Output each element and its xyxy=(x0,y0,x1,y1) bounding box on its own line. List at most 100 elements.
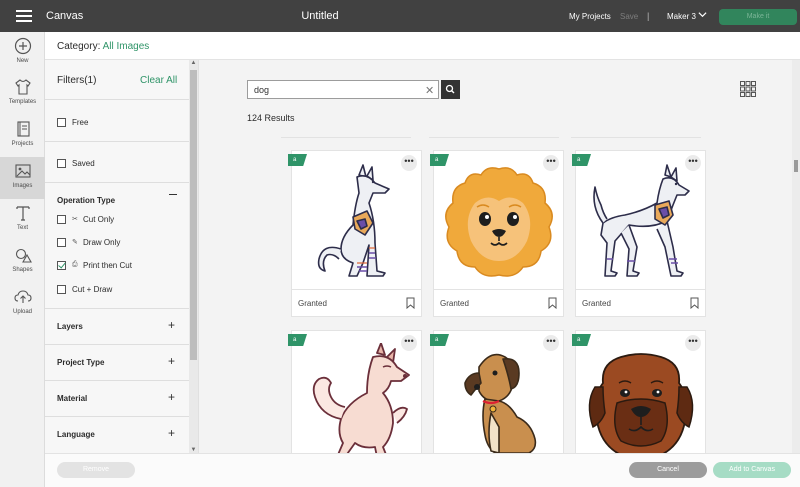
filter-scroll-thumb[interactable] xyxy=(190,70,197,360)
free-checkbox[interactable] xyxy=(57,118,66,127)
nav-text-label: Text xyxy=(16,225,28,231)
divider xyxy=(571,137,701,138)
remove-button[interactable]: Remove xyxy=(57,462,135,478)
image-card[interactable]: a ••• xyxy=(430,330,564,453)
search-input[interactable] xyxy=(254,83,414,97)
category-value-link[interactable]: All Images xyxy=(103,41,150,52)
draw-only-label: Draw Only xyxy=(83,238,121,247)
make-it-button[interactable]: Make it xyxy=(719,9,797,25)
machine-selector[interactable]: Maker 3 xyxy=(667,12,696,21)
card-label: Granted xyxy=(440,299,469,308)
clear-search-icon[interactable]: ✕ xyxy=(425,84,434,97)
filter-scrollbar[interactable]: ▲ ▼ xyxy=(189,60,198,453)
brown-puppy-sitting-image xyxy=(464,353,537,453)
shiba-dog-sitting-image xyxy=(312,343,410,453)
add-to-canvas-button[interactable]: Add to Canvas xyxy=(713,462,791,478)
image-card[interactable]: a ••• xyxy=(288,330,422,453)
search-box: ✕ xyxy=(247,80,439,99)
nav-upload[interactable]: Upload xyxy=(0,283,45,325)
expand-icon[interactable]: + xyxy=(168,354,175,368)
divider xyxy=(45,141,190,142)
expand-icon[interactable]: + xyxy=(168,426,175,440)
nav-shapes-label: Shapes xyxy=(12,267,33,273)
divider xyxy=(45,182,190,183)
image-card[interactable]: a ••• Granted xyxy=(430,150,564,317)
search-button[interactable] xyxy=(441,80,460,99)
scroll-up-icon[interactable]: ▲ xyxy=(190,60,197,66)
left-navigation: New Templates Projects Images Text Shape… xyxy=(0,32,45,487)
book-icon xyxy=(16,121,30,137)
text-icon xyxy=(15,206,30,221)
document-title[interactable]: Untitled xyxy=(300,10,340,22)
cut-only-checkbox[interactable] xyxy=(57,215,66,224)
category-label: Category: xyxy=(57,41,101,52)
cut-draw-label: Cut + Draw xyxy=(72,285,113,294)
bottom-action-bar: Remove Cancel Add to Canvas xyxy=(45,453,800,487)
divider xyxy=(45,99,190,100)
plus-circle-icon xyxy=(14,37,31,55)
saved-checkbox[interactable] xyxy=(57,159,66,168)
expand-icon[interactable]: + xyxy=(168,318,175,332)
upload-cloud-icon xyxy=(13,290,32,303)
free-label: Free xyxy=(72,118,89,127)
menu-icon[interactable] xyxy=(16,10,32,22)
nav-templates-label: Templates xyxy=(8,99,37,105)
results-count: 124 Results xyxy=(247,113,295,123)
nav-text[interactable]: Text xyxy=(0,199,45,241)
language-section[interactable]: Language xyxy=(57,430,95,439)
anubis-dog-standing-image xyxy=(593,164,690,277)
pen-icon: ✎ xyxy=(72,239,78,246)
divider xyxy=(281,137,411,138)
image-card[interactable]: a ••• Granted xyxy=(288,150,422,317)
image-card[interactable]: a ••• xyxy=(572,330,706,453)
category-breadcrumb: Category: All Images xyxy=(57,41,149,52)
project-type-section[interactable]: Project Type xyxy=(57,358,104,367)
anubis-dog-sitting-image xyxy=(317,164,390,277)
nav-templates[interactable]: Templates xyxy=(0,73,45,115)
nav-images[interactable]: Images xyxy=(0,157,45,199)
image-icon xyxy=(14,164,31,178)
divider xyxy=(45,344,190,345)
printer-icon: ⎙ xyxy=(72,261,78,268)
results-scrollbar[interactable] xyxy=(792,60,800,453)
results-area: ✕ 124 Results a ••• G xyxy=(199,60,800,453)
clear-all-link[interactable]: Clear All xyxy=(140,75,177,86)
app-title: Canvas xyxy=(46,10,84,22)
topbar-separator: | xyxy=(647,11,650,21)
bookmark-icon[interactable] xyxy=(548,297,557,309)
cancel-button[interactable]: Cancel xyxy=(629,462,707,478)
expand-icon[interactable]: + xyxy=(168,390,175,404)
chevron-down-icon[interactable] xyxy=(698,10,707,21)
card-footer: Granted xyxy=(292,289,421,317)
material-section[interactable]: Material xyxy=(57,394,87,403)
nav-projects[interactable]: Projects xyxy=(0,115,45,157)
bookmark-icon[interactable] xyxy=(406,297,415,309)
mastiff-face-image xyxy=(588,353,694,453)
divider xyxy=(45,416,190,417)
save-button[interactable]: Save xyxy=(620,12,638,21)
nav-new[interactable]: New xyxy=(0,32,45,74)
divider xyxy=(45,380,190,381)
top-bar: Canvas Untitled My Projects Save | Maker… xyxy=(0,0,800,32)
draw-only-checkbox[interactable] xyxy=(57,238,66,247)
my-projects-link[interactable]: My Projects xyxy=(569,12,611,21)
card-label: Granted xyxy=(298,299,327,308)
image-card[interactable]: a ••• Granted xyxy=(572,150,706,317)
shapes-icon xyxy=(15,248,32,263)
cut-draw-checkbox[interactable] xyxy=(57,285,66,294)
grid-view-icon[interactable] xyxy=(740,81,756,97)
print-then-cut-checkbox[interactable] xyxy=(57,261,66,270)
cut-only-label: Cut Only xyxy=(83,215,115,224)
nav-upload-label: Upload xyxy=(12,309,32,315)
category-header: Category: All Images xyxy=(45,32,800,60)
results-scroll-thumb[interactable] xyxy=(794,160,798,172)
nav-shapes[interactable]: Shapes xyxy=(0,241,45,283)
collapse-icon[interactable] xyxy=(169,194,177,195)
nav-projects-label: Projects xyxy=(11,141,34,147)
print-then-cut-label: Print then Cut xyxy=(83,261,132,270)
card-footer: Granted xyxy=(434,289,563,317)
bookmark-icon[interactable] xyxy=(690,297,699,309)
filter-panel: Filters(1) Clear All Free Saved Operatio… xyxy=(45,60,199,453)
operation-type-title[interactable]: Operation Type xyxy=(57,196,115,205)
layers-section[interactable]: Layers xyxy=(57,322,83,331)
